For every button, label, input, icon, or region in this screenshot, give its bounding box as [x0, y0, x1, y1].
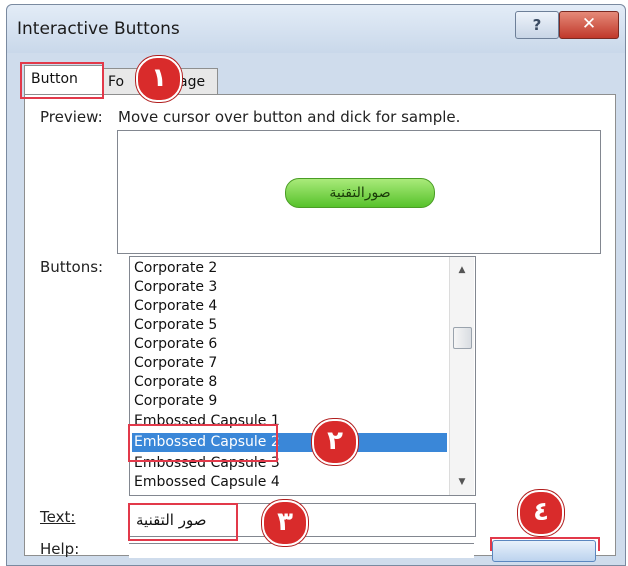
- buttons-label: Buttons:: [40, 258, 104, 276]
- list-item[interactable]: Corporate 7: [134, 354, 217, 373]
- list-item[interactable]: Corporate 2: [134, 259, 217, 278]
- highlight-ok-button: [490, 537, 600, 551]
- sample-button[interactable]: صورالتقنية: [285, 178, 435, 208]
- list-item[interactable]: Corporate 9: [134, 392, 217, 411]
- highlight-text-input: [128, 503, 238, 541]
- title-bar: Interactive Buttons ? ✕: [7, 5, 625, 53]
- preview-label: Preview:: [40, 108, 103, 126]
- list-item[interactable]: Corporate 6: [134, 335, 217, 354]
- preview-box: صورالتقنية: [117, 130, 601, 254]
- preview-instruction: Move cursor over button and dick for sam…: [118, 108, 461, 126]
- highlight-selected-item: [128, 424, 278, 462]
- help-button[interactable]: ?: [515, 11, 559, 39]
- marker-three: ٣: [262, 500, 308, 546]
- text-label: Text:: [40, 508, 76, 526]
- list-item[interactable]: Corporate 4: [134, 297, 217, 316]
- marker-four: ٤: [518, 490, 564, 536]
- tab-image-label: age: [179, 74, 206, 90]
- dialog-title: Interactive Buttons: [17, 19, 180, 39]
- help-label: Help:: [40, 540, 80, 558]
- tab-font-label: Fo: [108, 74, 125, 90]
- list-item[interactable]: Corporate 3: [134, 278, 217, 297]
- list-item[interactable]: Corporate 5: [134, 316, 217, 335]
- highlight-tab-button: [20, 62, 104, 99]
- close-button[interactable]: ✕: [559, 11, 619, 39]
- scroll-up-icon[interactable]: ▲: [450, 261, 474, 279]
- marker-one: ١: [136, 56, 182, 102]
- scroll-down-icon[interactable]: ▼: [450, 473, 474, 491]
- list-item[interactable]: Embossed Capsule 4: [134, 473, 280, 492]
- scroll-thumb[interactable]: [453, 327, 472, 349]
- help-input[interactable]: [129, 543, 474, 558]
- marker-two: ٢: [312, 419, 358, 465]
- list-scrollbar[interactable]: ▲ ▼: [449, 257, 474, 495]
- list-item[interactable]: Corporate 8: [134, 373, 217, 392]
